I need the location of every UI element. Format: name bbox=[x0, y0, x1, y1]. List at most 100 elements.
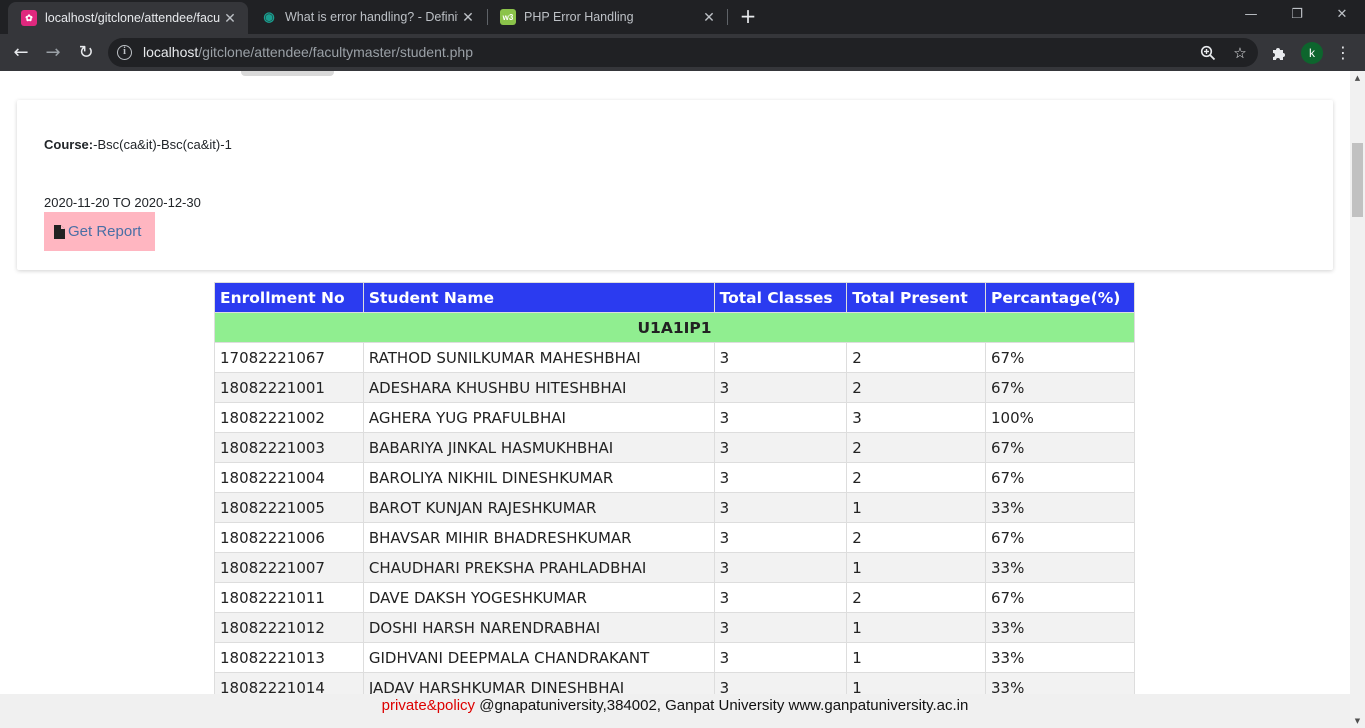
percentage-cell: 100% bbox=[985, 402, 1135, 433]
info-icon[interactable]: i bbox=[117, 45, 132, 60]
total-classes-cell: 3 bbox=[713, 342, 848, 373]
browser-tab[interactable]: ◉ What is error handling? - Definiti ✕ bbox=[248, 0, 486, 34]
scroll-down-arrow-icon[interactable]: ▼ bbox=[1350, 714, 1365, 728]
header-percentage: Percantage(%) bbox=[985, 282, 1135, 313]
total-classes-cell: 3 bbox=[713, 642, 848, 673]
total-classes-cell: 3 bbox=[713, 372, 848, 403]
vertical-scrollbar[interactable]: ▲ ▼ bbox=[1350, 71, 1365, 728]
browser-tab-active[interactable]: ✿ localhost/gitclone/attendee/facul ✕ bbox=[8, 2, 248, 34]
header-enrollment-no: Enrollment No bbox=[214, 282, 364, 313]
total-classes-cell: 3 bbox=[713, 492, 848, 523]
table-row: 18082221007 CHAUDHARI PREKSHA PRAHLADBHAI… bbox=[214, 552, 1135, 583]
tab-label: PHP Error Handling bbox=[524, 10, 634, 24]
student-name-cell: BABARIYA JINKAL HASMUKHBHAI bbox=[362, 432, 715, 463]
total-classes-cell: 3 bbox=[713, 522, 848, 553]
table-row: 18082221005 BAROT KUNJAN RAJESHKUMAR 3 1 33% bbox=[214, 492, 1135, 523]
xampp-icon: ✿ bbox=[21, 10, 37, 26]
student-name-cell: BAROT KUNJAN RAJESHKUMAR bbox=[362, 492, 715, 523]
total-present-cell: 2 bbox=[846, 462, 987, 493]
tab-label: localhost/gitclone/attendee/facul bbox=[45, 11, 220, 25]
total-classes-cell: 3 bbox=[713, 552, 848, 583]
percentage-cell: 67% bbox=[985, 432, 1135, 463]
enrollment-no-cell: 18082221012 bbox=[214, 612, 364, 643]
close-tab-icon[interactable]: ✕ bbox=[699, 9, 719, 26]
total-present-cell: 2 bbox=[846, 522, 987, 553]
table-row: 18082221011 DAVE DAKSH YOGESHKUMAR 3 2 67% bbox=[214, 582, 1135, 613]
reload-icon[interactable]: ↻ bbox=[73, 40, 99, 66]
tab-label: What is error handling? - Definiti bbox=[285, 10, 458, 24]
date-range: 2020-11-20 TO 2020-12-30 bbox=[44, 195, 201, 210]
percentage-cell: 67% bbox=[985, 372, 1135, 403]
total-present-cell: 1 bbox=[846, 612, 987, 643]
table-row: 18082221003 BABARIYA JINKAL HASMUKHBHAI 3 2… bbox=[214, 432, 1135, 463]
browser-toolbar: ← → ↻ i localhost/gitclone/attendee/facu… bbox=[0, 34, 1365, 71]
course-info: Course:-Bsc(ca&it)-Bsc(ca&it)-1 bbox=[44, 137, 232, 152]
zoom-icon[interactable] bbox=[1198, 43, 1218, 63]
new-tab-button[interactable]: + bbox=[737, 5, 759, 27]
table-row: 18082221002 AGHERA YUG PRAFULBHAI 3 3 100% bbox=[214, 402, 1135, 433]
profile-avatar[interactable]: k bbox=[1301, 42, 1323, 64]
close-window-icon[interactable]: ✕ bbox=[1322, 4, 1362, 26]
enrollment-no-cell: 18082221001 bbox=[214, 372, 364, 403]
browser-menu-icon[interactable]: ⋮ bbox=[1335, 42, 1351, 64]
page-viewport: Course:-Bsc(ca&it)-Bsc(ca&it)-1 2020-11-… bbox=[0, 71, 1350, 728]
total-present-cell: 2 bbox=[846, 372, 987, 403]
enrollment-no-cell: 18082221005 bbox=[214, 492, 364, 523]
percentage-cell: 33% bbox=[985, 552, 1135, 583]
eye-icon: ◉ bbox=[263, 9, 275, 24]
enrollment-no-cell: 18082221004 bbox=[214, 462, 364, 493]
forward-arrow-icon[interactable]: → bbox=[40, 40, 66, 66]
close-tab-icon[interactable]: ✕ bbox=[458, 9, 478, 26]
back-arrow-icon[interactable]: ← bbox=[8, 40, 34, 66]
student-name-cell: GIDHVANI DEEPMALA CHANDRAKANT bbox=[362, 642, 715, 673]
extensions-puzzle-icon[interactable] bbox=[1268, 42, 1290, 64]
privacy-policy-link[interactable]: private&policy bbox=[382, 697, 475, 714]
enrollment-no-cell: 18082221002 bbox=[214, 402, 364, 433]
percentage-cell: 67% bbox=[985, 342, 1135, 373]
percentage-cell: 67% bbox=[985, 522, 1135, 553]
page-footer: private&policy @gnapatuniversity,384002,… bbox=[0, 694, 1350, 728]
total-classes-cell: 3 bbox=[713, 582, 848, 613]
address-bar[interactable]: i localhost/gitclone/attendee/facultymas… bbox=[108, 38, 1258, 67]
header-student-name: Student Name bbox=[362, 282, 715, 313]
percentage-cell: 67% bbox=[985, 462, 1135, 493]
total-present-cell: 2 bbox=[846, 582, 987, 613]
student-name-cell: BAROLIYA NIKHIL DINESHKUMAR bbox=[362, 462, 715, 493]
total-present-cell: 3 bbox=[846, 402, 987, 433]
url-text[interactable]: localhost/gitclone/attendee/facultymaste… bbox=[143, 44, 473, 60]
course-value: -Bsc(ca&it)-Bsc(ca&it)-1 bbox=[93, 137, 232, 152]
enrollment-no-cell: 17082221067 bbox=[214, 342, 364, 373]
student-name-cell: AGHERA YUG PRAFULBHAI bbox=[362, 402, 715, 433]
table-header-row: Enrollment No Student Name Total Classes… bbox=[214, 282, 1135, 313]
report-filter-card: Course:-Bsc(ca&it)-Bsc(ca&it)-1 2020-11-… bbox=[17, 100, 1333, 270]
scroll-up-arrow-icon[interactable]: ▲ bbox=[1350, 71, 1365, 85]
enrollment-no-cell: 18082221013 bbox=[214, 642, 364, 673]
total-classes-cell: 3 bbox=[713, 402, 848, 433]
close-tab-icon[interactable]: ✕ bbox=[220, 10, 240, 27]
enrollment-no-cell: 18082221007 bbox=[214, 552, 364, 583]
footer-text: @gnapatuniversity,384002, Ganpat Univers… bbox=[475, 697, 969, 714]
enrollment-no-cell: 18082221003 bbox=[214, 432, 364, 463]
total-present-cell: 2 bbox=[846, 342, 987, 373]
table-row: 18082221001 ADESHARA KHUSHBU HITESHBHAI 3 2… bbox=[214, 372, 1135, 403]
browser-tab[interactable]: w3 PHP Error Handling ✕ bbox=[487, 0, 727, 34]
restore-icon[interactable]: ❐ bbox=[1277, 4, 1317, 26]
total-classes-cell: 3 bbox=[713, 432, 848, 463]
table-row: 18082221013 GIDHVANI DEEPMALA CHANDRAKANT… bbox=[214, 642, 1135, 673]
student-name-cell: BHAVSAR MIHIR BHADRESHKUMAR bbox=[362, 522, 715, 553]
table-row: 18082221004 BAROLIYA NIKHIL DINESHKUMAR 3 2… bbox=[214, 462, 1135, 493]
group-label: U1A1IP1 bbox=[214, 312, 1135, 343]
header-total-present: Total Present bbox=[846, 282, 987, 313]
get-report-button[interactable]: Get Report bbox=[44, 212, 155, 251]
scrollbar-thumb[interactable] bbox=[1352, 143, 1363, 217]
total-present-cell: 1 bbox=[846, 492, 987, 523]
minimize-icon[interactable]: — bbox=[1231, 4, 1271, 26]
bookmark-star-icon[interactable]: ☆ bbox=[1230, 43, 1250, 63]
total-present-cell: 2 bbox=[846, 432, 987, 463]
student-name-cell: RATHOD SUNILKUMAR MAHESHBHAI bbox=[362, 342, 715, 373]
table-row: 18082221012 DOSHI HARSH NARENDRABHAI 3 1 33% bbox=[214, 612, 1135, 643]
student-name-cell: DOSHI HARSH NARENDRABHAI bbox=[362, 612, 715, 643]
percentage-cell: 33% bbox=[985, 642, 1135, 673]
header-total-classes: Total Classes bbox=[713, 282, 848, 313]
total-present-cell: 1 bbox=[846, 642, 987, 673]
